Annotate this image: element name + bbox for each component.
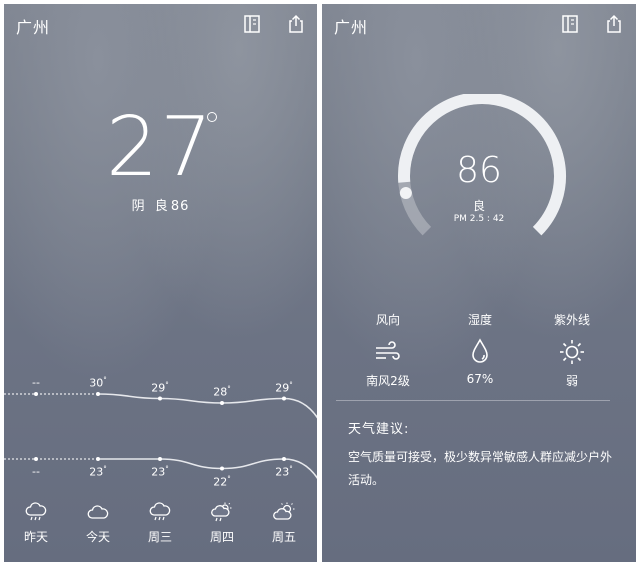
city-name[interactable]: 广州 [16, 14, 50, 38]
cities-list-icon[interactable] [242, 14, 262, 34]
forecast-low-value: -- [32, 465, 40, 478]
aqi-label: 良 [154, 199, 171, 214]
uv-label: 紫外线 [553, 313, 591, 327]
wind-value: 南风2级 [366, 374, 410, 388]
section-divider [336, 400, 610, 401]
degree-symbol: ° [289, 380, 293, 389]
condition-line: 阴 良86 [4, 195, 317, 214]
low-temp-curve-point [282, 457, 286, 461]
wind-label: 风向 [375, 313, 401, 327]
aqi-big-value: 86 [456, 150, 502, 191]
low-temp-curve-point [34, 457, 38, 461]
forecast-high-value: -- [32, 376, 40, 389]
forecast-low-temp: 23° [151, 465, 169, 479]
forecast-day-2[interactable]: 周三 [148, 502, 172, 545]
high-temp-curve-point [158, 396, 162, 401]
forecast-high-temp: 28° [213, 385, 231, 399]
cloud-icon [86, 502, 110, 522]
advice-title: 天气建议: [348, 422, 410, 437]
humidity-label: 湿度 [467, 313, 493, 327]
degree-symbol: ° [165, 465, 169, 473]
degree-symbol: ° [227, 385, 231, 393]
rain-cloud-icon [148, 502, 172, 522]
forecast-day-4[interactable]: 周五 [272, 502, 296, 545]
forecast-low-temp: 23° [275, 465, 293, 479]
forecast-high-temp: 29° [275, 381, 293, 395]
degree-symbol: ° [103, 376, 107, 384]
partly-sunny-icon [272, 502, 296, 522]
low-temp-curve-point [220, 466, 224, 471]
forecast-day-3[interactable]: 周四 [210, 502, 234, 545]
forecast-low-temp: 22° [213, 475, 231, 489]
current-temperature: 27 [106, 100, 215, 195]
forecast-low-value: 22 [213, 475, 228, 489]
droplet-icon [470, 338, 490, 368]
partly-sunny-rain-icon [210, 502, 234, 522]
rain-cloud-icon [24, 502, 48, 522]
high-temp-curve-point [96, 392, 100, 396]
weather-overview-panel: 广州 27 阴 良86 -- -- 30° 23° 29° 23° 28° 22° 29° 23°… [4, 4, 317, 562]
aqi-value: 86 [170, 199, 190, 214]
forecast-high-value: 29 [275, 381, 290, 395]
forecast-day-label: 周五 [271, 530, 297, 544]
forecast-low-value: 23 [151, 465, 166, 479]
share-icon[interactable] [604, 14, 624, 34]
forecast-high-temp: 29° [151, 381, 169, 395]
uv-value: 弱 [565, 374, 579, 388]
forecast-day-1[interactable]: 今天 [86, 502, 110, 545]
forecast-day-label: 昨天 [23, 530, 49, 544]
forecast-day-label: 周三 [147, 530, 173, 544]
forecast-high-value: 29 [151, 381, 166, 395]
high-temp-curve-point [34, 392, 38, 396]
forecast-high-value: 30 [89, 376, 104, 390]
forecast-high-temp: 30° [89, 376, 107, 390]
forecast-high-temp: -- [32, 376, 40, 389]
low-temp-curve-point [158, 457, 162, 461]
condition-text: 阴 [131, 199, 148, 214]
share-icon[interactable] [286, 14, 306, 34]
aqi-level-label: 良 [472, 199, 485, 213]
pm25-reading: PM 2.5 : 42 [453, 214, 505, 224]
forecast-high-value: 28 [213, 385, 228, 399]
forecast-day-0[interactable]: 昨天 [24, 502, 48, 545]
cities-list-icon[interactable] [560, 14, 580, 34]
low-temp-curve-point [96, 457, 100, 461]
high-temp-curve-point [220, 401, 224, 405]
degree-symbol [207, 112, 217, 122]
air-quality-panel: 广州 86 良 PM 2.5 : 42 风向 湿度 紫外线 南风2级 67% 弱… [322, 4, 636, 562]
sun-icon [558, 338, 586, 370]
forecast-day-label: 今天 [85, 530, 111, 544]
forecast-low-value: 23 [275, 465, 290, 479]
forecast-low-value: 23 [89, 465, 104, 479]
degree-symbol: ° [103, 465, 107, 473]
humidity-value: 67% [466, 372, 494, 386]
city-name[interactable]: 广州 [334, 14, 368, 38]
forecast-low-temp: 23° [89, 465, 107, 479]
wind-icon [374, 340, 402, 368]
high-temp-curve-point [282, 396, 286, 401]
advice-text: 空气质量可接受，极少数异常敏感人群应减少户外活动。 [348, 450, 613, 487]
forecast-day-label: 周四 [209, 530, 235, 544]
degree-symbol: ° [289, 465, 293, 473]
degree-symbol: ° [227, 474, 231, 483]
degree-symbol: ° [165, 380, 169, 389]
forecast-low-temp: -- [32, 465, 40, 478]
